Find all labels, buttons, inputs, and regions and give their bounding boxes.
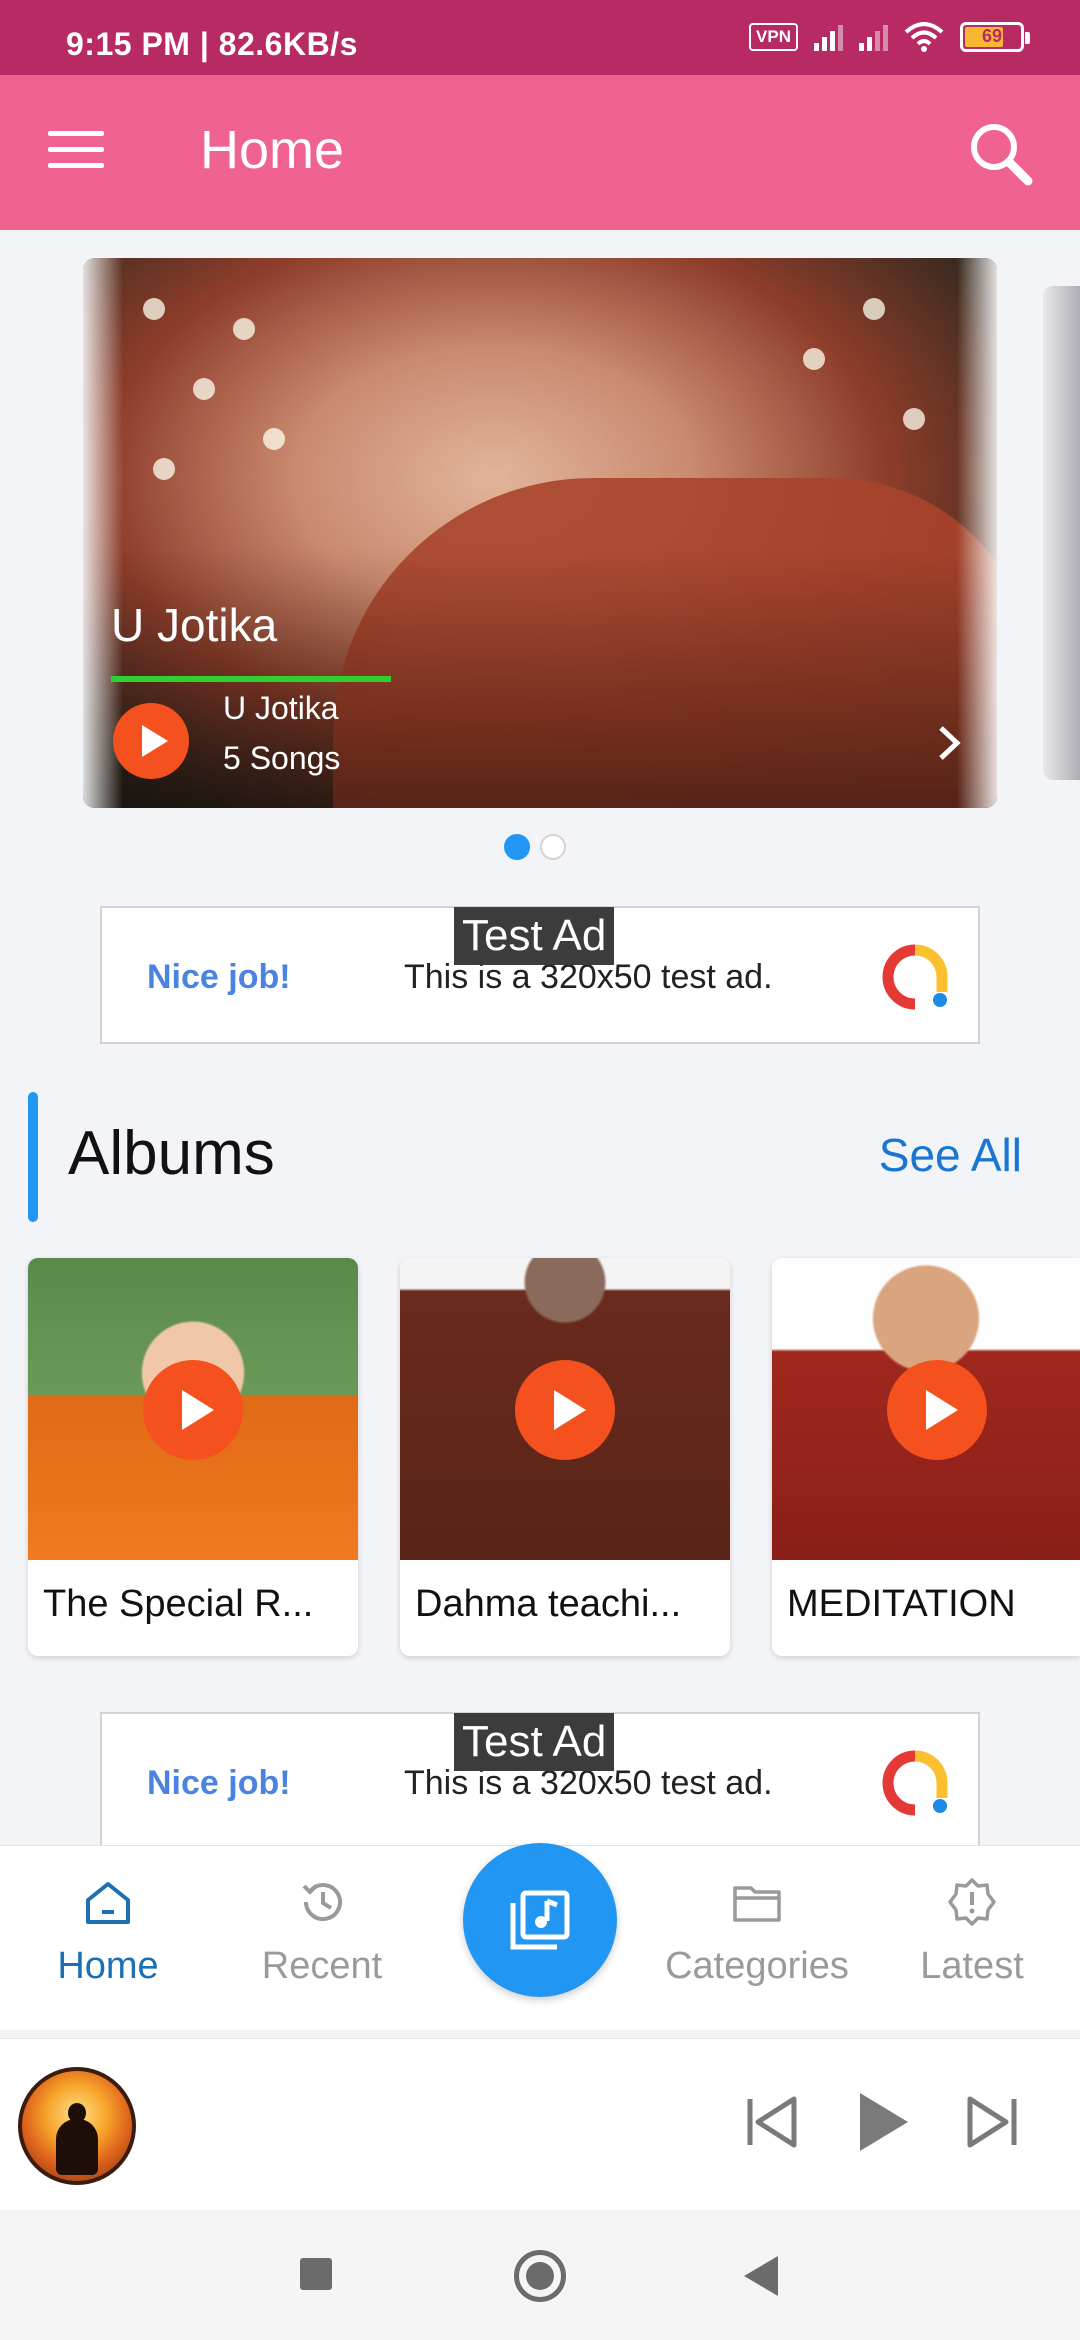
slide-song-count: 5 Songs xyxy=(223,740,341,776)
skip-next-icon[interactable] xyxy=(956,2087,1026,2157)
menu-button[interactable] xyxy=(48,131,104,175)
ad-headline: Nice job! xyxy=(147,1764,291,1802)
nav-label: Latest xyxy=(920,1945,1024,1987)
history-icon xyxy=(302,1883,342,1922)
nav-label: Home xyxy=(57,1945,159,1987)
home-icon xyxy=(86,1882,130,1924)
slide-divider xyxy=(111,676,391,682)
menu-icon xyxy=(48,131,104,136)
carousel-dot[interactable] xyxy=(540,834,566,860)
mini-player xyxy=(0,2038,1080,2210)
search-button[interactable] xyxy=(964,117,1036,189)
section-accent-bar xyxy=(28,1092,38,1222)
page-title: Home xyxy=(200,120,345,180)
carousel-indicator xyxy=(504,834,566,860)
vpn-icon: VPN xyxy=(749,23,798,51)
carousel-dot[interactable] xyxy=(504,834,530,860)
wifi-icon xyxy=(904,22,944,52)
back-icon[interactable] xyxy=(744,2256,778,2296)
slide-title: U Jotika xyxy=(111,599,278,651)
signal-icon xyxy=(859,23,888,51)
now-playing-art[interactable] xyxy=(18,2067,136,2185)
battery-level: 69 xyxy=(981,26,1003,46)
ad-logo-icon xyxy=(882,1750,948,1816)
ad-headline: Nice job! xyxy=(147,958,291,996)
system-navigation-bar xyxy=(0,2210,1080,2340)
slide-artist: U Jotika xyxy=(223,690,339,726)
folder-icon xyxy=(733,1886,781,1922)
nav-label: Recent xyxy=(261,1945,383,1987)
see-all-link[interactable]: See All xyxy=(879,1128,1022,1182)
recents-icon[interactable] xyxy=(300,2258,332,2290)
ad-logo-icon xyxy=(882,944,948,1010)
ad-label: Test Ad xyxy=(454,907,615,965)
badge-alert-icon xyxy=(948,1878,996,1926)
album-card[interactable]: The Special R... xyxy=(28,1258,358,1656)
album-name: The Special R... xyxy=(43,1583,314,1625)
play-button[interactable] xyxy=(143,1360,243,1460)
play-button[interactable] xyxy=(515,1360,615,1460)
home-circle-icon[interactable] xyxy=(514,2250,566,2302)
music-library-icon xyxy=(510,1890,570,1950)
nav-item-home[interactable]: Home xyxy=(48,1874,168,1988)
status-time: 9:15 PM | 82.6KB/s xyxy=(66,26,358,62)
battery-icon: 69 xyxy=(960,22,1030,52)
album-card[interactable]: Dahma teachi... xyxy=(400,1258,730,1656)
nav-item-categories[interactable]: Categories xyxy=(648,1874,866,1988)
featured-artist-card[interactable]: U Jotika U Jotika 5 Songs xyxy=(83,258,997,808)
album-name: Dahma teachi... xyxy=(415,1583,682,1625)
ad-label: Test Ad xyxy=(454,1713,615,1771)
status-bar: 9:15 PM | 82.6KB/s VPN 69 xyxy=(0,0,1080,75)
music-library-button[interactable] xyxy=(463,1843,617,1997)
album-card[interactable]: MEDITATION xyxy=(772,1258,1080,1656)
next-slide-card[interactable] xyxy=(1043,286,1080,780)
play-button[interactable] xyxy=(887,1360,987,1460)
section-title: Albums xyxy=(68,1119,275,1188)
nav-item-latest[interactable]: Latest xyxy=(910,1874,1034,1988)
chevron-right-icon[interactable] xyxy=(929,718,969,768)
play-icon[interactable] xyxy=(846,2087,916,2157)
signal-icon xyxy=(814,23,843,51)
album-name: MEDITATION xyxy=(787,1583,1016,1625)
nav-item-recent[interactable]: Recent xyxy=(252,1874,392,1988)
skip-previous-icon[interactable] xyxy=(738,2087,808,2157)
app-bar: Home xyxy=(0,75,1080,230)
status-icons: VPN 69 xyxy=(749,22,1030,52)
search-icon xyxy=(971,124,1033,186)
nav-label: Categories xyxy=(665,1945,849,1987)
play-button[interactable] xyxy=(113,703,189,779)
